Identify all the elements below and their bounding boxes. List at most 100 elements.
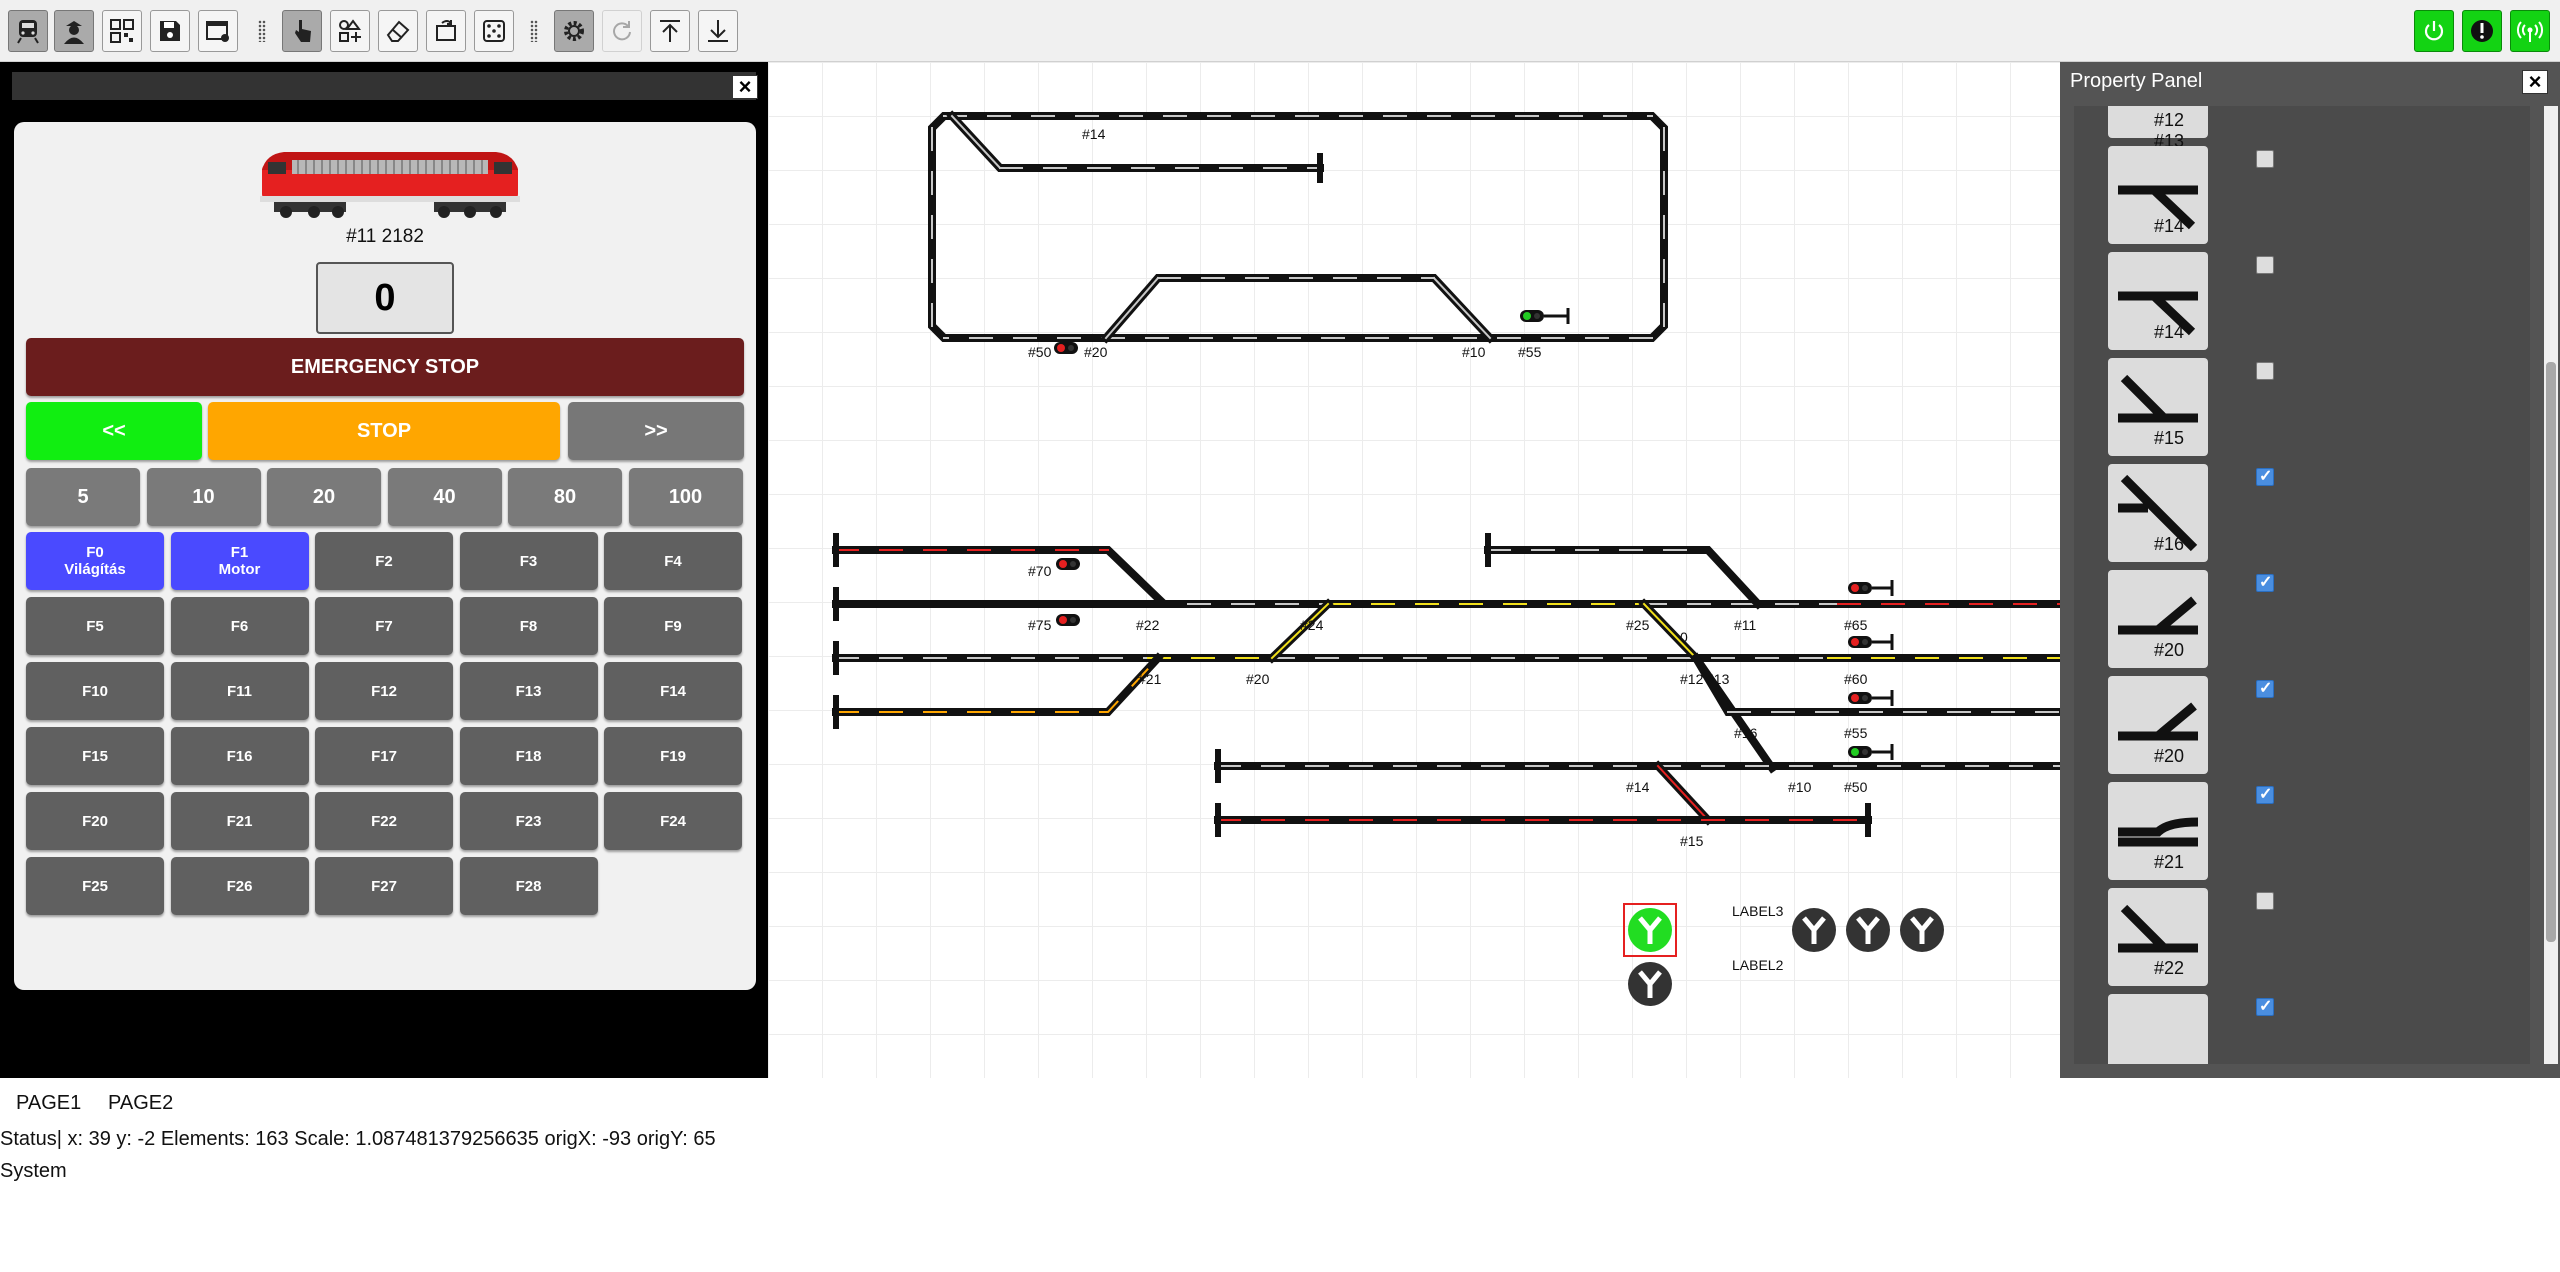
element-thumbnail[interactable]: #20	[2108, 676, 2208, 774]
property-item[interactable]: #14	[2074, 142, 2530, 248]
route-button-icon[interactable]	[1792, 908, 1836, 952]
function-button-f27[interactable]: F27	[315, 857, 453, 915]
enable-checkbox[interactable]	[2256, 892, 2274, 910]
element-thumbnail[interactable]: #21	[2108, 782, 2208, 880]
enable-checkbox[interactable]	[2256, 996, 2274, 1016]
window-settings-button[interactable]	[198, 10, 238, 52]
property-item[interactable]: #12 #13	[2074, 106, 2530, 151]
top-loop-track[interactable]	[928, 110, 1668, 344]
enable-checkbox[interactable]	[2256, 256, 2274, 274]
speed-step-button[interactable]: 20	[267, 468, 381, 526]
property-item[interactable]: #20	[2074, 672, 2530, 778]
upload-button[interactable]	[650, 10, 690, 52]
enable-checkbox[interactable]	[2256, 572, 2274, 592]
locomotive-button[interactable]	[8, 10, 48, 52]
function-button-f1[interactable]: F1 Motor	[170, 532, 309, 590]
speed-step-button[interactable]: 10	[146, 468, 261, 526]
random-button[interactable]	[474, 10, 514, 52]
enable-checkbox[interactable]	[2256, 784, 2274, 804]
function-button-f26[interactable]: F26	[170, 857, 309, 915]
emergency-button[interactable]	[2462, 10, 2502, 52]
eraser-button[interactable]	[378, 10, 418, 52]
property-item[interactable]: #22	[2074, 884, 2530, 990]
function-button-f0[interactable]: F0 Világítás	[26, 532, 164, 590]
function-button-f13[interactable]: F13	[459, 662, 598, 720]
property-item[interactable]: #14	[2074, 248, 2530, 354]
emergency-stop-button[interactable]: EMERGENCY STOP	[26, 338, 744, 396]
function-button-f8[interactable]: F8	[459, 597, 598, 655]
enable-checkbox[interactable]	[2256, 362, 2274, 380]
route-button-icon[interactable]	[1628, 962, 1672, 1006]
function-button-f22[interactable]: F22	[315, 792, 453, 850]
power-button[interactable]	[2414, 10, 2454, 52]
function-button-f5[interactable]: F5	[26, 597, 164, 655]
signals[interactable]	[1054, 308, 1894, 760]
element-thumbnail[interactable]: #15	[2108, 358, 2208, 456]
element-thumbnail[interactable]: #16	[2108, 464, 2208, 562]
close-icon[interactable]: ×	[732, 75, 758, 99]
function-button-f23[interactable]: F23	[459, 792, 598, 850]
function-button-f17[interactable]: F17	[315, 727, 453, 785]
function-button-f7[interactable]: F7	[315, 597, 453, 655]
scroll-thumb[interactable]	[2546, 362, 2556, 942]
property-item[interactable]: #15	[2074, 354, 2530, 460]
tab-page1[interactable]: PAGE1	[16, 1092, 81, 1115]
function-button-f14[interactable]: F14	[604, 662, 742, 720]
property-list[interactable]: #12 #13 #14 #14 #15 #16 #20 #20 #21 #22	[2074, 106, 2530, 1064]
add-element-button[interactable]	[330, 10, 370, 52]
route-button-icon[interactable]	[1846, 908, 1890, 952]
enable-checkbox[interactable]	[2256, 466, 2274, 486]
function-button-f21[interactable]: F21	[170, 792, 309, 850]
property-item[interactable]: #21	[2074, 778, 2530, 884]
download-button[interactable]	[698, 10, 738, 52]
speed-step-button[interactable]: 80	[508, 468, 622, 526]
connection-button[interactable]	[2510, 10, 2550, 52]
property-item[interactable]: #20	[2074, 566, 2530, 672]
select-tool-button[interactable]	[282, 10, 322, 52]
function-button-f18[interactable]: F18	[459, 727, 598, 785]
function-button-f3[interactable]: F3	[459, 532, 598, 590]
toolbar-grip[interactable]	[258, 20, 266, 42]
route-buttons[interactable]	[1623, 903, 1944, 1006]
panel-header[interactable]	[12, 72, 756, 100]
element-thumbnail[interactable]: #20	[2108, 570, 2208, 668]
function-button-f15[interactable]: F15	[26, 727, 164, 785]
close-icon[interactable]: ×	[2522, 70, 2548, 94]
function-button-f25[interactable]: F25	[26, 857, 164, 915]
forward-button[interactable]: >>	[568, 402, 744, 460]
speed-step-button[interactable]: 5	[26, 468, 140, 526]
function-button-f19[interactable]: F19	[604, 727, 742, 785]
property-item[interactable]: #16	[2074, 460, 2530, 566]
function-button-f12[interactable]: F12	[315, 662, 453, 720]
element-thumbnail[interactable]: #12 #13	[2108, 106, 2208, 151]
driver-button[interactable]	[54, 10, 94, 52]
function-button-f6[interactable]: F6	[170, 597, 309, 655]
speed-step-button[interactable]: 100	[628, 468, 743, 526]
function-button-f28[interactable]: F28	[459, 857, 598, 915]
property-item[interactable]	[2074, 990, 2530, 1064]
function-button-f9[interactable]: F9	[604, 597, 742, 655]
function-button-f4[interactable]: F4	[604, 532, 742, 590]
enable-checkbox[interactable]	[2256, 678, 2274, 698]
speed-step-button[interactable]: 40	[387, 468, 502, 526]
function-button-f11[interactable]: F11	[170, 662, 309, 720]
element-thumbnail[interactable]: #14	[2108, 252, 2208, 350]
settings-button[interactable]	[554, 10, 594, 52]
toolbar-grip[interactable]	[530, 20, 538, 42]
element-thumbnail[interactable]: #22	[2108, 888, 2208, 986]
stop-button[interactable]: STOP	[208, 402, 560, 460]
tab-page2[interactable]: PAGE2	[108, 1092, 173, 1115]
route-button-icon[interactable]	[1900, 908, 1944, 952]
function-button-f10[interactable]: F10	[26, 662, 164, 720]
redo-button[interactable]	[602, 10, 642, 52]
function-button-f16[interactable]: F16	[170, 727, 309, 785]
track-layout-canvas[interactable]: #14 #50 #20 #10 #55 #70 #75 #22 #24 #21 …	[768, 62, 2068, 1078]
rotate-button[interactable]	[426, 10, 466, 52]
station-tracks[interactable]	[832, 533, 2068, 837]
reverse-button[interactable]: <<	[26, 402, 202, 460]
route-button-icon[interactable]	[1628, 908, 1672, 952]
save-button[interactable]	[150, 10, 190, 52]
qr-code-button[interactable]	[102, 10, 142, 52]
function-button-f2[interactable]: F2	[315, 532, 453, 590]
enable-checkbox[interactable]	[2256, 150, 2274, 168]
